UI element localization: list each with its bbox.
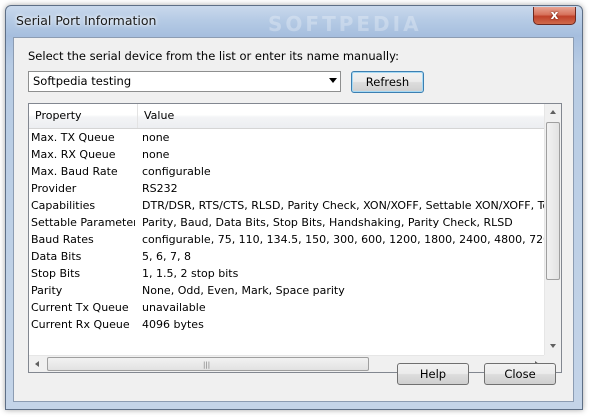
list-row[interactable]: Baud Rates configurable, 75, 110, 134.5, … [29,231,545,248]
property-cell: Max. TX Queue [31,131,115,144]
property-cell: Current Tx Queue [31,301,129,314]
value-cell: 4096 bytes [142,318,204,331]
property-cell: Max. RX Queue [31,148,116,161]
list-header: Property Value [29,104,545,129]
value-cell: none [142,148,170,161]
list-row[interactable]: Stop Bits 1, 1.5, 2 stop bits [29,265,545,282]
property-cell: Provider [31,182,77,195]
refresh-button[interactable]: Refresh [351,71,424,93]
grip-icon: ||| [203,361,211,369]
horizontal-scroll-thumb[interactable]: ||| [47,357,369,371]
value-cell: 5, 6, 7, 8 [142,250,191,263]
list-row[interactable]: Max. RX Queue none [29,146,545,163]
close-button[interactable]: Close [484,363,556,385]
vertical-scroll-thumb[interactable] [546,122,560,280]
property-cell: Capabilities [31,199,96,212]
instruction-label: Select the serial device from the list o… [28,49,399,63]
value-cell: none [142,131,170,144]
arrow-up-icon [550,110,556,114]
close-icon: x [550,8,559,22]
value-cell: 1, 1.5, 2 stop bits [142,267,239,280]
scroll-down-button[interactable] [545,338,561,355]
property-cell: Parity [31,284,63,297]
value-cell: RS232 [142,182,178,195]
property-cell: Max. Baud Rate [31,165,118,178]
property-cell: Stop Bits [31,267,81,280]
list-row[interactable]: Parity None, Odd, Even, Mark, Space parit… [29,282,545,299]
column-header-property[interactable]: Property [29,104,138,128]
list-row[interactable]: Max. TX Queue none [29,129,545,146]
scroll-left-button[interactable] [29,356,46,372]
property-cell: Current Rx Queue [31,318,130,331]
value-cell: None, Odd, Even, Mark, Space parity [142,284,345,297]
value-cell: unavailable [142,301,206,314]
list-row[interactable]: Max. Baud Rate configurable [29,163,545,180]
value-cell: configurable, 75, 110, 134.5, 150, 300, … [142,233,545,246]
dialog-client-area: Select the serial device from the list o… [13,37,574,402]
scroll-up-button[interactable] [545,104,561,121]
arrow-down-icon [550,344,556,348]
list-row[interactable]: Settable Parameters Parity, Baud, Data Bi… [29,214,545,231]
property-cell: Data Bits [31,250,82,263]
list-rows: Max. TX Queue none Max. RX Queue none Max.… [29,129,545,355]
window-close-button[interactable]: x [533,7,576,25]
list-row[interactable]: Provider RS232 [29,180,545,197]
list-row[interactable]: Data Bits 5, 6, 7, 8 [29,248,545,265]
property-cell: Baud Rates [31,233,94,246]
window-title: Serial Port Information [16,13,157,28]
help-button[interactable]: Help [397,363,469,385]
column-header-value[interactable]: Value [138,104,545,128]
list-row[interactable]: Current Rx Queue 4096 bytes [29,316,545,333]
chevron-down-icon[interactable] [329,78,337,83]
list-row[interactable]: Current Tx Queue unavailable [29,299,545,316]
serial-port-info-window: Serial Port Information SOFTPEDIA x Sele… [5,5,583,410]
value-cell: DTR/DSR, RTS/CTS, RLSD, Parity Check, XO… [142,199,545,212]
properties-list[interactable]: Property Value Max. TX Queue none Max. RX… [28,103,562,373]
value-cell: Parity, Baud, Data Bits, Stop Bits, Hand… [142,216,513,229]
device-combobox[interactable]: Softpedia testing [28,71,341,92]
title-bar[interactable]: Serial Port Information SOFTPEDIA x [6,6,582,36]
watermark-logo: SOFTPEDIA [268,12,422,36]
value-cell: configurable [142,165,211,178]
property-cell: Settable Parameters [31,216,135,229]
list-row[interactable]: Capabilities DTR/DSR, RTS/CTS, RLSD, Pari… [29,197,545,214]
arrow-left-icon [35,361,39,367]
vertical-scrollbar[interactable] [544,104,561,355]
device-combobox-value[interactable]: Softpedia testing [33,74,131,88]
